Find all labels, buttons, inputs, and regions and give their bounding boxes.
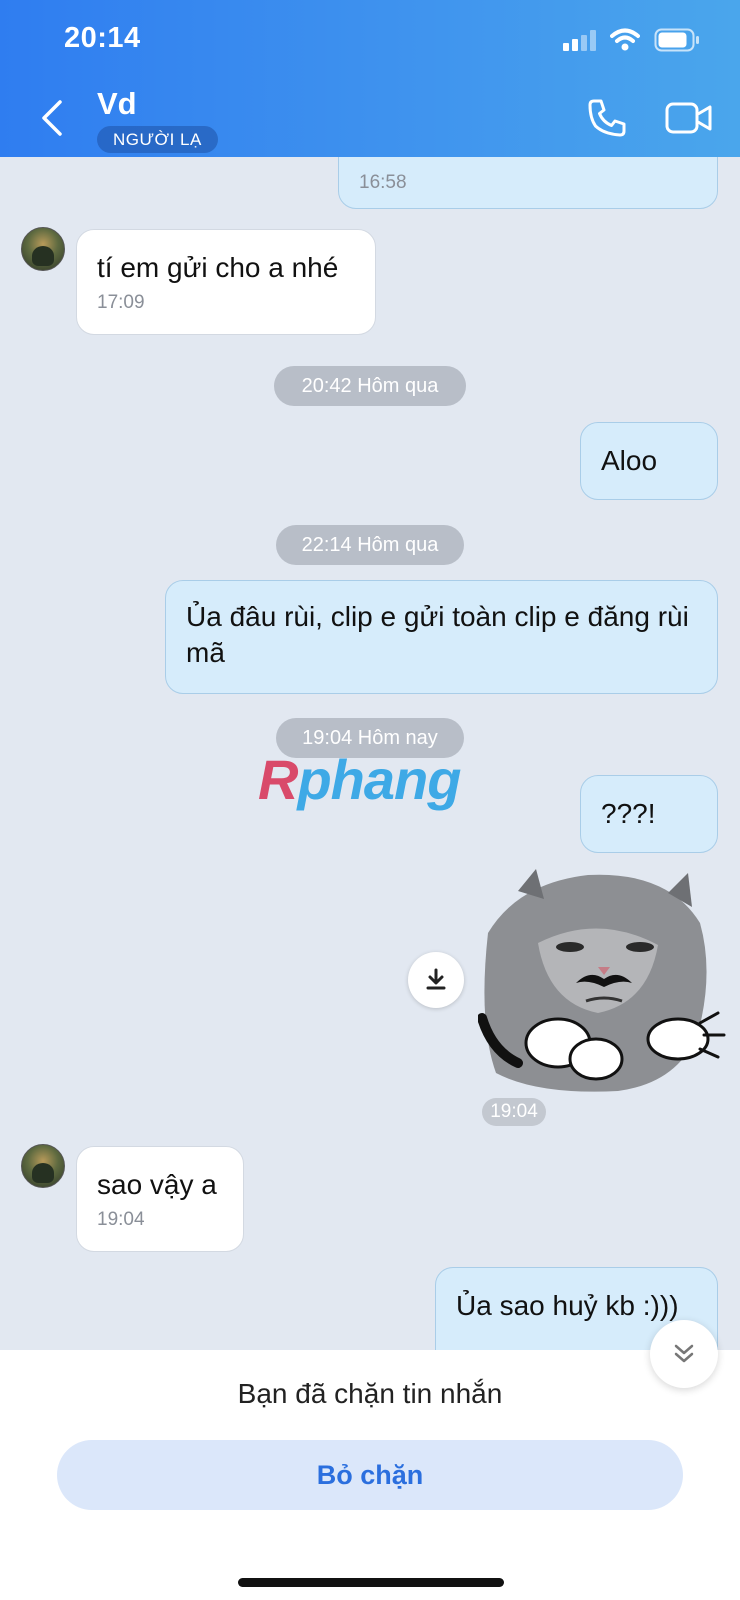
message-text: Aloo [601, 445, 658, 476]
phone-icon[interactable] [585, 96, 629, 140]
message-time: 17:09 [97, 292, 145, 313]
sticker-time: 19:04 [482, 1098, 546, 1126]
message-bubble-outgoing[interactable]: Ủa đâu rùi, clip e gửi toàn clip e đăng … [165, 580, 718, 694]
message-text: tí em gửi cho a nhé [97, 252, 339, 283]
blocked-panel: Bạn đã chặn tin nhắn Bỏ chặn [0, 1320, 740, 1600]
message-bubble-outgoing[interactable]: ???! [580, 775, 718, 853]
battery-icon [654, 28, 699, 52]
contact-avatar[interactable] [21, 1144, 65, 1188]
grumpy-cat-mustache-sticker[interactable] [478, 863, 728, 1103]
message-list[interactable]: 16:58 tí em gửi cho a nhé 17:09 20:42 Hô… [0, 157, 740, 1350]
message-bubble-outgoing[interactable]: 16:58 [338, 157, 718, 209]
message-bubble-outgoing[interactable]: Aloo [580, 422, 718, 500]
date-separator: 22:14 Hôm qua [276, 525, 464, 565]
unblock-button[interactable]: Bỏ chặn [57, 1440, 683, 1510]
double-chevron-down-icon [674, 1344, 694, 1363]
status-time: 20:14 [64, 22, 141, 54]
home-indicator[interactable] [238, 1578, 504, 1587]
status-icons [563, 24, 700, 56]
wifi-icon [610, 28, 640, 51]
chat-header: 20:14 Vd NGƯỜI LẠ [0, 0, 740, 157]
download-icon [426, 968, 446, 990]
back-chevron-icon[interactable] [36, 96, 72, 140]
video-camera-icon[interactable] [665, 98, 713, 138]
message-bubble-incoming[interactable]: sao vậy a 19:04 [76, 1146, 244, 1252]
message-bubble-incoming[interactable]: tí em gửi cho a nhé 17:09 [76, 229, 376, 335]
contact-avatar[interactable] [21, 227, 65, 271]
date-separator: 20:42 Hôm qua [274, 366, 466, 406]
contact-name[interactable]: Vd [97, 86, 137, 122]
download-button[interactable] [408, 952, 464, 1008]
message-time: 19:04 [97, 1209, 145, 1230]
cellular-signal-icon [563, 29, 596, 51]
blocked-notice: Bạn đã chặn tin nhắn [237, 1378, 503, 1409]
stranger-badge: NGƯỜI LẠ [97, 126, 218, 153]
message-text: Ủa đâu rùi, clip e gửi toàn clip e đăng … [186, 601, 689, 668]
watermark-logo: Rphang [258, 748, 461, 811]
message-text: ???! [601, 798, 656, 829]
message-text: Ủa sao huỷ kb :))) [456, 1290, 679, 1321]
message-time: 16:58 [359, 172, 407, 193]
message-text: sao vậy a [97, 1169, 217, 1200]
